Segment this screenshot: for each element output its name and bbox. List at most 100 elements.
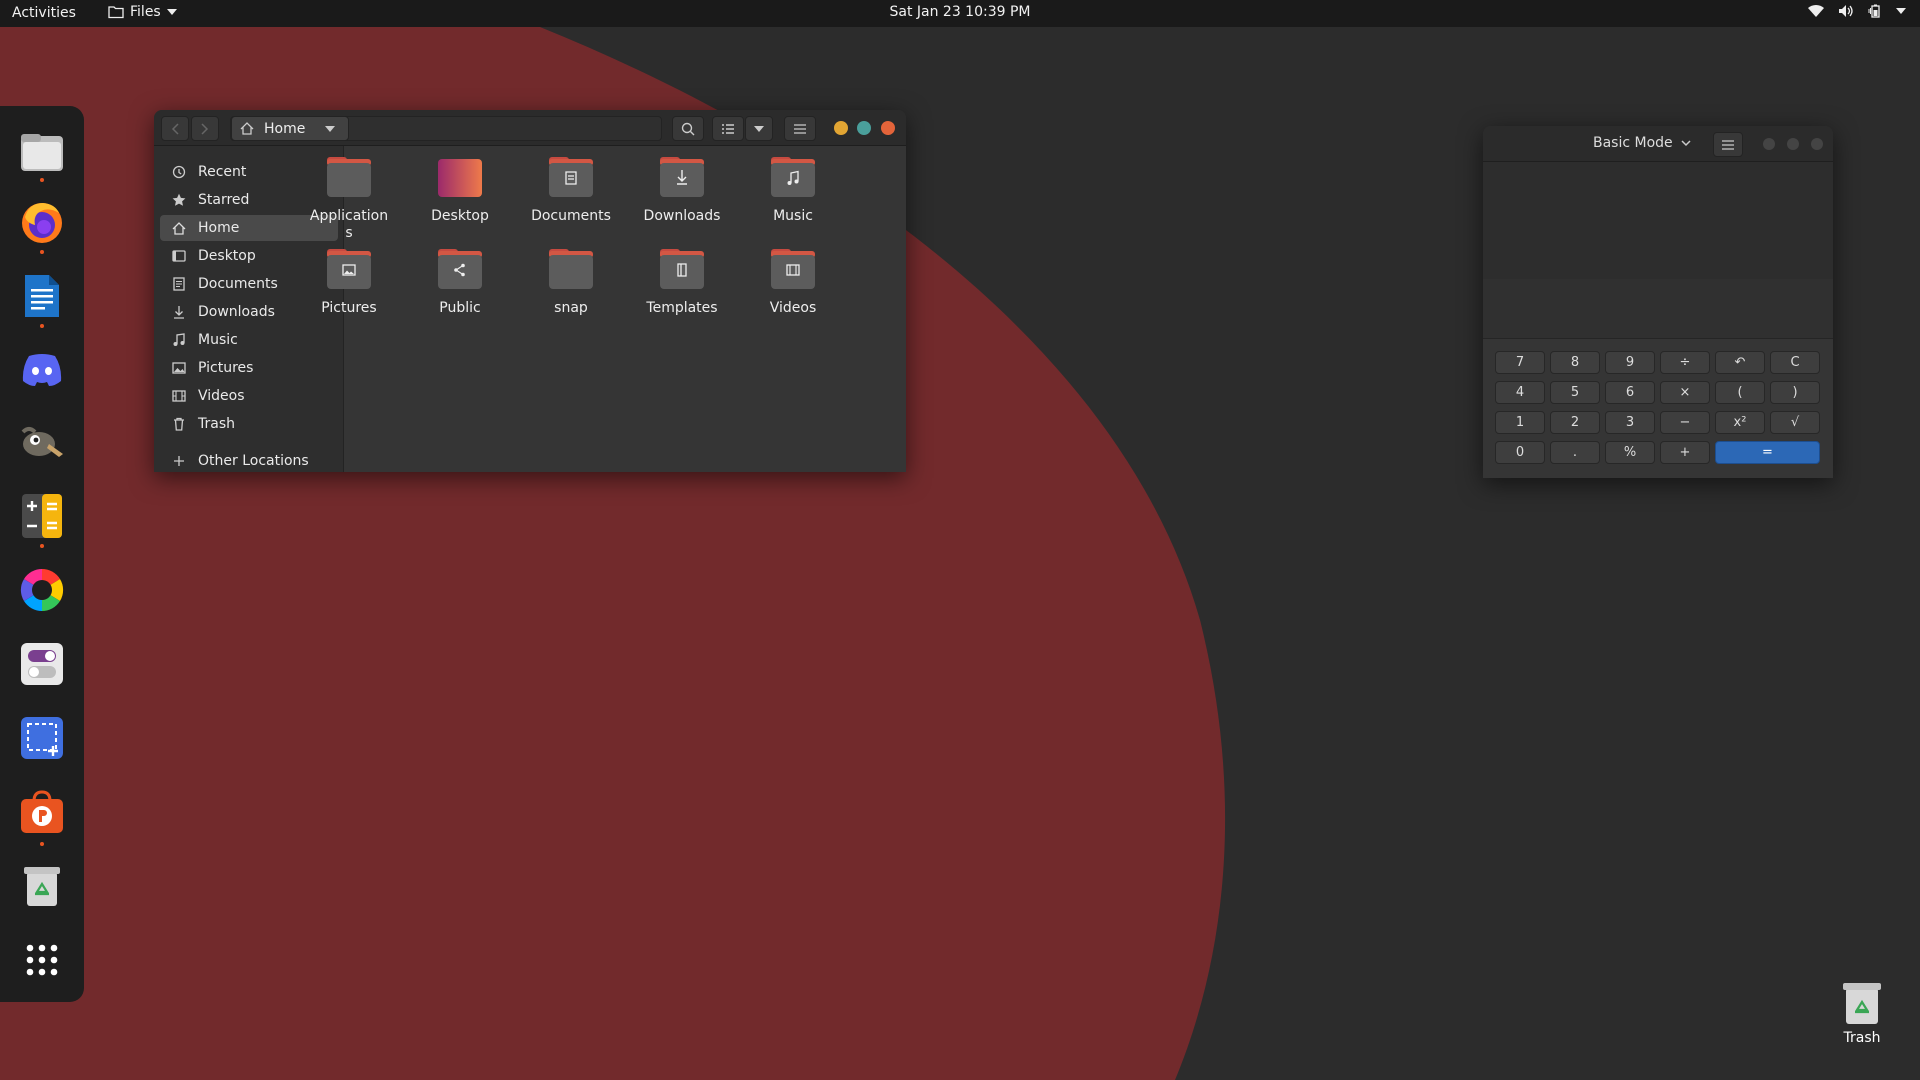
key-three-button[interactable]: 3 (1605, 411, 1655, 434)
maximize-button[interactable] (1787, 138, 1799, 150)
key-six-button[interactable]: 6 (1605, 381, 1655, 404)
folder-icon (771, 157, 815, 197)
volume-icon (1839, 5, 1853, 17)
key-square-button[interactable]: x² (1715, 411, 1765, 434)
desktop-trash[interactable]: Trash (1826, 980, 1898, 1046)
dock-files[interactable] (18, 128, 66, 176)
close-button[interactable] (1811, 138, 1823, 150)
dock-color-picker[interactable] (18, 566, 66, 614)
sidebar-item-label: Trash (198, 416, 235, 432)
sidebar-item-videos[interactable]: Videos (160, 383, 338, 409)
download-icon (174, 306, 184, 319)
view-list-button[interactable] (712, 116, 744, 141)
folder-label: Pictures (321, 300, 377, 316)
key-eight-button[interactable]: 8 (1550, 351, 1600, 374)
key-zero-button[interactable]: 0 (1495, 441, 1545, 464)
sidebar-item-label: Music (198, 332, 238, 348)
chevron-left-icon (171, 122, 179, 135)
key-open-paren-button[interactable]: ( (1715, 381, 1765, 404)
key-undo-button[interactable]: ↶ (1715, 351, 1765, 374)
chevron-down-icon (1896, 8, 1906, 14)
path-home-button[interactable]: Home (231, 116, 349, 141)
dock-screenshot[interactable] (18, 714, 66, 762)
forward-button[interactable] (191, 116, 219, 141)
folder-item[interactable]: Documents (523, 156, 619, 236)
dock (0, 106, 84, 1002)
key-add-button[interactable]: + (1660, 441, 1710, 464)
folder-icon (327, 157, 371, 197)
close-button[interactable] (881, 121, 895, 135)
shopping-bag-icon (21, 790, 63, 833)
calculator-entry[interactable] (1483, 279, 1833, 339)
folder-item[interactable]: Public (412, 248, 508, 328)
key-one-button[interactable]: 1 (1495, 411, 1545, 434)
mode-selector[interactable]: Basic Mode (1593, 135, 1691, 151)
key-seven-button[interactable]: 7 (1495, 351, 1545, 374)
back-button[interactable] (161, 116, 189, 141)
activities-button[interactable]: Activities (12, 5, 76, 21)
path-bar[interactable]: Home (230, 116, 662, 141)
key-divide-button[interactable]: ÷ (1660, 351, 1710, 374)
clock[interactable]: Sat Jan 23 10:39 PM (889, 4, 1030, 20)
key-two-button[interactable]: 2 (1550, 411, 1600, 434)
folder-item[interactable]: Downloads (634, 156, 730, 236)
sidebar-item-label: Documents (198, 276, 278, 292)
toggle-switch-icon (21, 643, 63, 685)
folder-item[interactable]: Templates (634, 248, 730, 328)
view-options-button[interactable] (745, 116, 773, 141)
minimize-button[interactable] (1763, 138, 1775, 150)
dock-writer[interactable] (18, 272, 66, 320)
chevron-down-icon (325, 125, 336, 132)
sidebar-item-pictures[interactable]: Pictures (160, 355, 338, 381)
key-four-button[interactable]: 4 (1495, 381, 1545, 404)
sidebar-item-other-locations[interactable]: Other Locations (160, 448, 338, 472)
writer-icon (25, 275, 59, 317)
gimp-icon (21, 427, 63, 457)
key-clear-button[interactable]: C (1770, 351, 1820, 374)
dock-gimp[interactable] (18, 418, 66, 466)
folder-icon (660, 157, 704, 197)
desktop-trash-label: Trash (1843, 1030, 1881, 1046)
app-menu-button[interactable]: Files (108, 4, 177, 20)
key-sqrt-button[interactable]: √ (1770, 411, 1820, 434)
folder-item[interactable]: Videos (745, 248, 841, 328)
dock-trash[interactable] (18, 862, 66, 910)
dock-software-store[interactable] (18, 788, 66, 836)
key-multiply-button[interactable]: × (1660, 381, 1710, 404)
dock-calculator[interactable] (18, 492, 66, 540)
dock-discord[interactable] (18, 346, 66, 394)
key-decimal-button[interactable]: . (1550, 441, 1600, 464)
minimize-button[interactable] (834, 121, 848, 135)
sidebar-item-label: Videos (198, 388, 245, 404)
folder-item[interactable]: Application s (301, 156, 397, 241)
calculator-app-icon (22, 494, 62, 538)
key-close-paren-button[interactable]: ) (1770, 381, 1820, 404)
folder-icon (438, 159, 482, 197)
list-view-icon (722, 123, 734, 134)
key-equals-button[interactable]: = (1715, 441, 1820, 464)
folder-item[interactable]: Music (745, 156, 841, 236)
folder-item[interactable]: Pictures (301, 248, 397, 328)
search-button[interactable] (672, 116, 704, 141)
key-subtract-button[interactable]: − (1660, 411, 1710, 434)
key-five-button[interactable]: 5 (1550, 381, 1600, 404)
document-icon (173, 277, 185, 291)
system-tray[interactable] (1808, 4, 1906, 18)
calculator-menu-button[interactable] (1713, 132, 1743, 157)
sidebar-item-music[interactable]: Music (160, 327, 338, 353)
folder-item[interactable]: snap (523, 248, 619, 328)
key-nine-button[interactable]: 9 (1605, 351, 1655, 374)
dock-firefox[interactable] (18, 198, 66, 246)
key-percent-button[interactable]: % (1605, 441, 1655, 464)
main-menu-button[interactable] (784, 116, 816, 141)
sidebar-item-trash[interactable]: Trash (160, 411, 338, 437)
screenshot-icon (21, 717, 63, 759)
dock-settings-toggle[interactable] (18, 640, 66, 688)
maximize-button[interactable] (857, 121, 871, 135)
show-applications-button[interactable] (18, 936, 66, 984)
music-icon (173, 333, 185, 346)
calculator-header-bar: Basic Mode (1483, 126, 1833, 162)
battery-icon (1868, 4, 1880, 18)
folder-item[interactable]: Desktop (412, 156, 508, 236)
clock-icon (172, 165, 186, 179)
